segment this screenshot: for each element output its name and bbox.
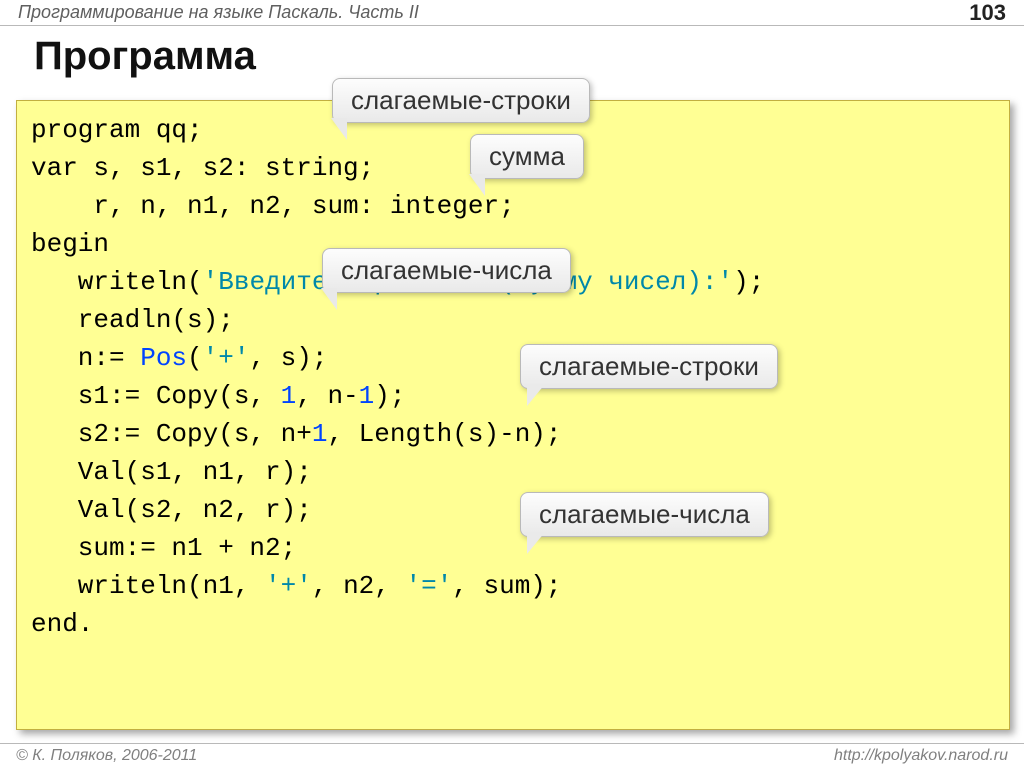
code-line: begin bbox=[31, 229, 109, 259]
code-line: s2:= Copy(s, n+1, Length(s)-n); bbox=[31, 419, 562, 449]
callout-addends-numbers-2: слагаемые-числа bbox=[520, 492, 769, 537]
code-line: readln(s); bbox=[31, 305, 234, 335]
callout-label: слагаемые-строки bbox=[351, 85, 571, 115]
callout-label: слагаемые-числа bbox=[539, 499, 750, 529]
callout-addends-strings: слагаемые-строки bbox=[332, 78, 590, 123]
code-number: 1 bbox=[281, 381, 297, 411]
callout-label: сумма bbox=[489, 141, 565, 171]
callout-tail-icon bbox=[331, 118, 347, 140]
code-line: sum:= n1 + n2; bbox=[31, 533, 296, 563]
callout-addends-numbers: слагаемые-числа bbox=[322, 248, 571, 293]
slide-header: Программирование на языке Паскаль. Часть… bbox=[0, 0, 1024, 26]
callout-tail-icon bbox=[527, 532, 545, 554]
callout-sum: сумма bbox=[470, 134, 584, 179]
code-box: program qq; var s, s1, s2: string; r, n,… bbox=[16, 100, 1010, 730]
code-line: end. bbox=[31, 609, 93, 639]
code-line: var s, s1, s2: string; bbox=[31, 153, 374, 183]
code-line: r, n, n1, n2, sum: integer; bbox=[31, 191, 515, 221]
slide-page-number: 103 bbox=[969, 0, 1006, 26]
slide-footer: © К. Поляков, 2006-2011 http://kpolyakov… bbox=[0, 743, 1024, 767]
code-string: '+' bbox=[203, 343, 250, 373]
footer-url: http://kpolyakov.narod.ru bbox=[834, 747, 1008, 765]
callout-label: слагаемые-строки bbox=[539, 351, 759, 381]
callout-tail-icon bbox=[321, 288, 337, 310]
code-string: '+' bbox=[265, 571, 312, 601]
code-line: s1:= Copy(s, 1, n-1); bbox=[31, 381, 406, 411]
callout-tail-icon bbox=[469, 174, 485, 196]
code-number: 1 bbox=[312, 419, 328, 449]
code-line: Val(s1, n1, r); bbox=[31, 457, 312, 487]
code-line: n:= Pos('+', s); bbox=[31, 343, 327, 373]
callout-addends-strings-2: слагаемые-строки bbox=[520, 344, 778, 389]
callout-tail-icon bbox=[527, 384, 545, 406]
footer-copyright: © К. Поляков, 2006-2011 bbox=[16, 747, 197, 765]
code-line: program qq; bbox=[31, 115, 203, 145]
code-number: 1 bbox=[359, 381, 375, 411]
callout-label: слагаемые-числа bbox=[341, 255, 552, 285]
code-string: '=' bbox=[405, 571, 452, 601]
code-func: Pos bbox=[140, 343, 187, 373]
code-line: Val(s2, n2, r); bbox=[31, 495, 312, 525]
slide-subtitle: Программирование на языке Паскаль. Часть… bbox=[18, 2, 419, 23]
code-line: writeln(n1, '+', n2, '=', sum); bbox=[31, 571, 562, 601]
slide-title: Программа bbox=[0, 26, 1024, 85]
